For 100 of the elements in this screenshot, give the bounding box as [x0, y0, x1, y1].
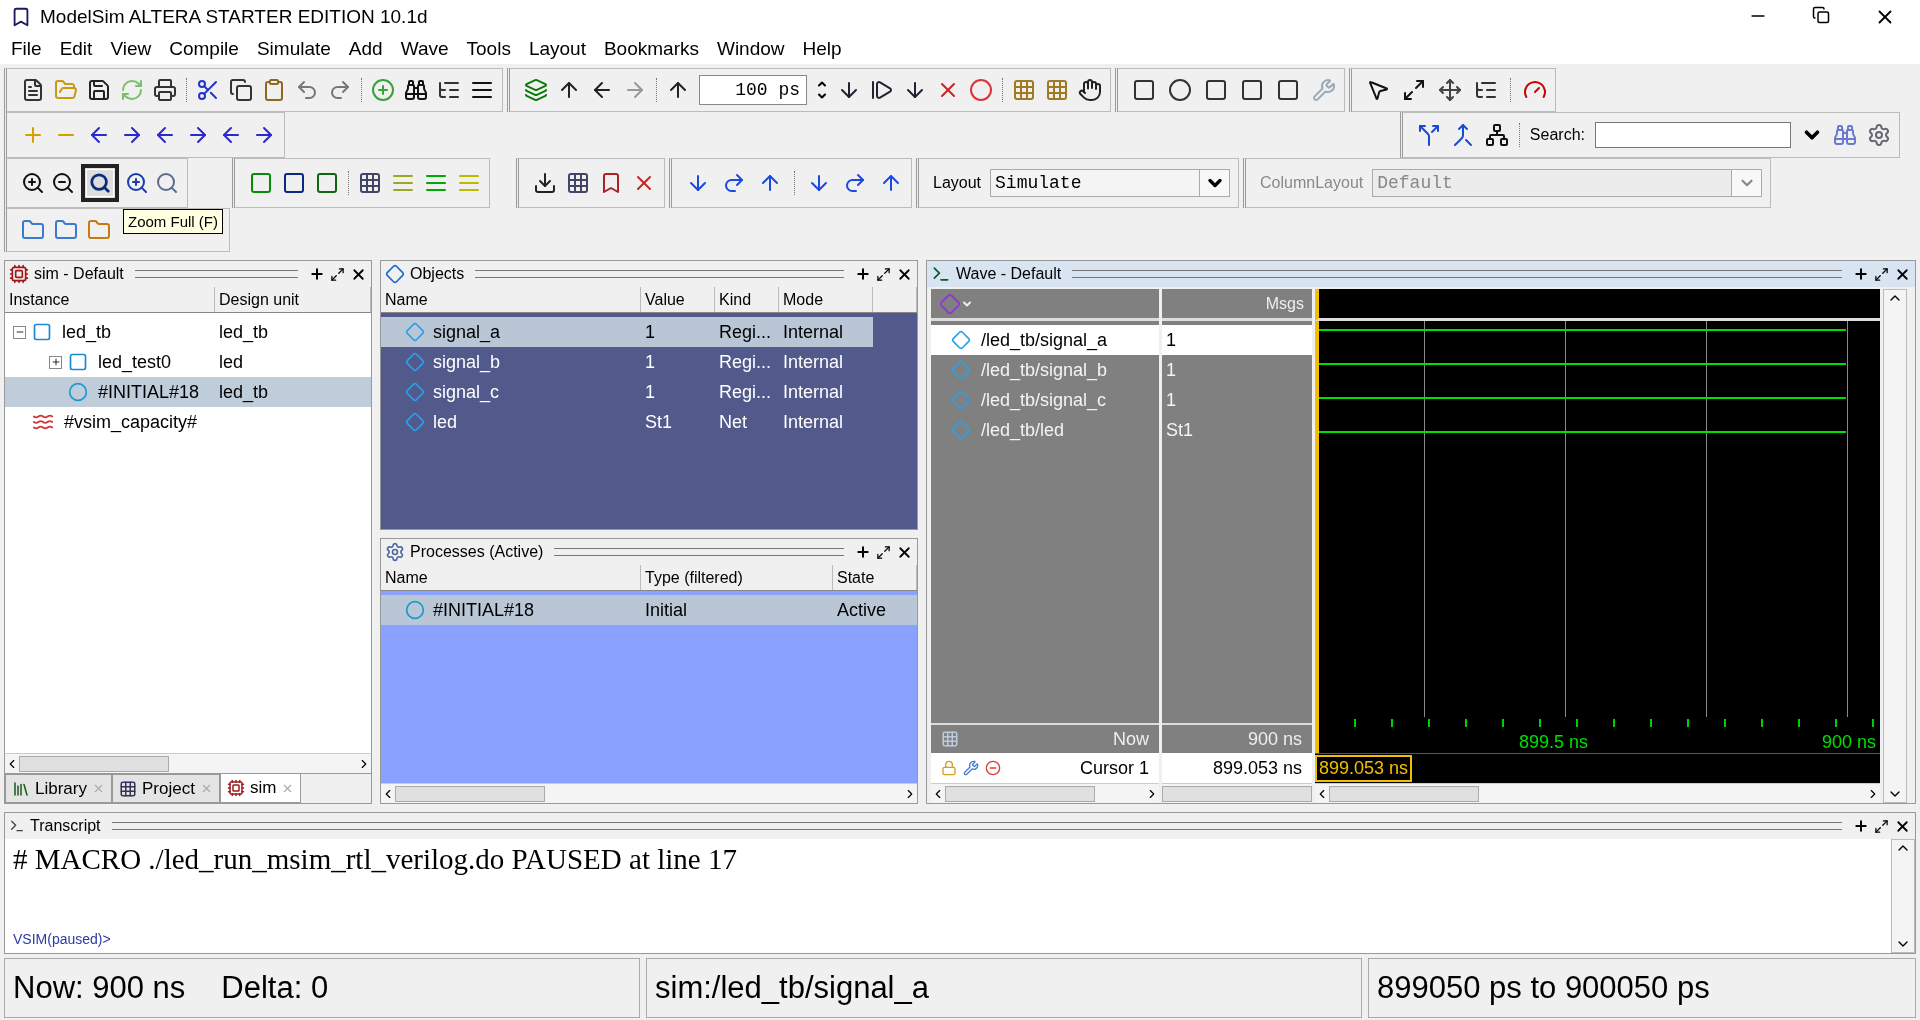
search-options-icon[interactable]	[1867, 123, 1891, 147]
printer-icon[interactable]	[153, 78, 177, 102]
save-icon[interactable]	[87, 78, 111, 102]
command-prompt[interactable]: VSIM(paused)>	[13, 931, 1883, 947]
search-label: Search:	[1529, 126, 1585, 144]
column-header[interactable]: State	[833, 565, 917, 590]
scrollbar-thumb[interactable]	[395, 785, 545, 802]
panel-grip[interactable]	[554, 548, 844, 556]
move-icon[interactable]	[1438, 78, 1462, 102]
find-icon[interactable]	[1833, 123, 1857, 147]
tree-row[interactable]: led_test0 led	[5, 347, 371, 377]
zoom-last-icon[interactable]	[155, 171, 179, 195]
signal-row[interactable]: /led_tb/signal_b	[931, 355, 1159, 385]
panel-tab[interactable]: Library	[5, 774, 112, 803]
column-header[interactable]: Value	[641, 287, 715, 312]
menu-item[interactable]: Simulate	[247, 38, 340, 60]
pointer-icon[interactable]	[1366, 78, 1390, 102]
tree-row[interactable]: #vsim_capacity#	[5, 407, 371, 437]
column-header[interactable]: Type (filtered)	[641, 565, 833, 590]
column-header[interactable]: Instance	[5, 287, 215, 312]
scissors-icon[interactable]	[196, 78, 220, 102]
object-row[interactable]: signal_a 1 Regi... Internal	[381, 317, 873, 347]
zoom-full-button[interactable]	[81, 164, 119, 202]
zoom-out-icon[interactable]	[51, 171, 75, 195]
object-row[interactable]: signal_b 1 Regi... Internal	[381, 347, 873, 377]
load-icon[interactable]	[533, 171, 557, 195]
dock-icon[interactable]	[309, 266, 325, 282]
step-over-current-icon[interactable]	[843, 171, 867, 195]
menu-item[interactable]: Window	[707, 38, 794, 60]
merge-left-icon[interactable]	[1416, 123, 1441, 147]
scrollbar-thumb[interactable]	[945, 785, 1095, 802]
redo-icon[interactable]	[328, 78, 352, 102]
menu-item[interactable]: Help	[793, 38, 851, 60]
scrollbar-thumb[interactable]	[1162, 785, 1312, 802]
zoom-in-icon[interactable]	[21, 171, 45, 195]
undock-icon[interactable]	[876, 266, 891, 282]
dock-icon[interactable]	[1853, 266, 1869, 282]
pattern-icon[interactable]	[358, 171, 382, 195]
panel-tab[interactable]: sim	[219, 774, 302, 803]
object-value: 1	[644, 321, 656, 343]
panel-grip[interactable]	[134, 270, 298, 278]
signal-row[interactable]: /led_tb/led	[931, 415, 1159, 445]
step-over-icon[interactable]	[722, 171, 746, 195]
panel-grip[interactable]	[475, 270, 844, 278]
undock-icon[interactable]	[876, 544, 891, 560]
expand-icon[interactable]	[49, 355, 62, 369]
column-header[interactable]: Mode	[779, 287, 873, 312]
menu-item[interactable]: Tools	[457, 38, 520, 60]
menu-item[interactable]: Add	[339, 38, 392, 60]
menu-item[interactable]: Bookmarks	[594, 38, 708, 60]
collapse-icon[interactable]	[13, 325, 26, 339]
undo-icon[interactable]	[295, 78, 319, 102]
continue-icon[interactable]	[870, 78, 894, 102]
object-row[interactable]: signal_c 1 Regi... Internal	[381, 377, 873, 407]
undock-icon[interactable]	[1874, 818, 1889, 834]
scrollbar-thumb[interactable]	[19, 755, 169, 772]
document-icon[interactable]	[21, 78, 45, 102]
menu-item[interactable]: Edit	[50, 38, 102, 60]
msgs-header: Msgs	[1265, 294, 1304, 313]
column-header[interactable]: Kind	[715, 287, 779, 312]
panel-grip[interactable]	[111, 822, 1842, 830]
search-field[interactable]	[1595, 122, 1791, 148]
cursor-flag[interactable]: 899.053 ns	[1315, 755, 1413, 782]
layers-icon[interactable]	[524, 78, 548, 102]
panel-tab[interactable]: Project	[111, 774, 220, 803]
clipboard-icon[interactable]	[262, 78, 286, 102]
column-header[interactable]: Design unit	[215, 287, 371, 312]
menu-item[interactable]: Compile	[160, 38, 248, 60]
process-row[interactable]: #INITIAL#18 Initial Active	[381, 595, 917, 625]
menu-item[interactable]: Layout	[519, 38, 595, 60]
network-icon[interactable]	[1484, 123, 1509, 147]
hand-icon[interactable]	[1078, 78, 1102, 102]
binoculars-icon[interactable]	[404, 78, 428, 102]
zoom-cursor-icon[interactable]	[125, 171, 149, 195]
menu-item[interactable]: View	[101, 38, 161, 60]
dock-icon[interactable]	[855, 544, 871, 560]
design-unit: led_tb	[218, 381, 270, 403]
time-field[interactable]: 100 ps	[699, 75, 807, 105]
add-icon[interactable]	[371, 78, 395, 102]
tree-row[interactable]: led_tb led_tb	[5, 317, 371, 347]
copy-icon[interactable]	[229, 78, 253, 102]
undock-icon[interactable]	[330, 266, 345, 282]
signal-row[interactable]: /led_tb/signal_c	[931, 385, 1159, 415]
object-value: 1	[644, 381, 656, 403]
panel-grip[interactable]	[1072, 270, 1842, 278]
menu-item[interactable]: File	[2, 38, 51, 60]
scrollbar-thumb[interactable]	[1329, 785, 1479, 802]
signal-row[interactable]: /led_tb/signal_a	[931, 325, 1159, 355]
menu-item[interactable]: Wave	[391, 38, 458, 60]
restore-icon[interactable]	[1812, 6, 1830, 24]
circle-icon[interactable]	[1168, 78, 1192, 102]
layout-dropdown[interactable]: Simulate	[990, 169, 1231, 197]
column-header[interactable]: Name	[381, 565, 641, 590]
object-row[interactable]: led St1 Net Internal	[381, 407, 873, 437]
dock-icon[interactable]	[1853, 818, 1869, 834]
column-header[interactable]: Name	[381, 287, 641, 312]
undock-icon[interactable]	[1874, 266, 1889, 282]
tree-row[interactable]: #INITIAL#18 led_tb	[5, 377, 371, 407]
grid-icon[interactable]	[566, 171, 590, 195]
dock-icon[interactable]	[855, 266, 871, 282]
